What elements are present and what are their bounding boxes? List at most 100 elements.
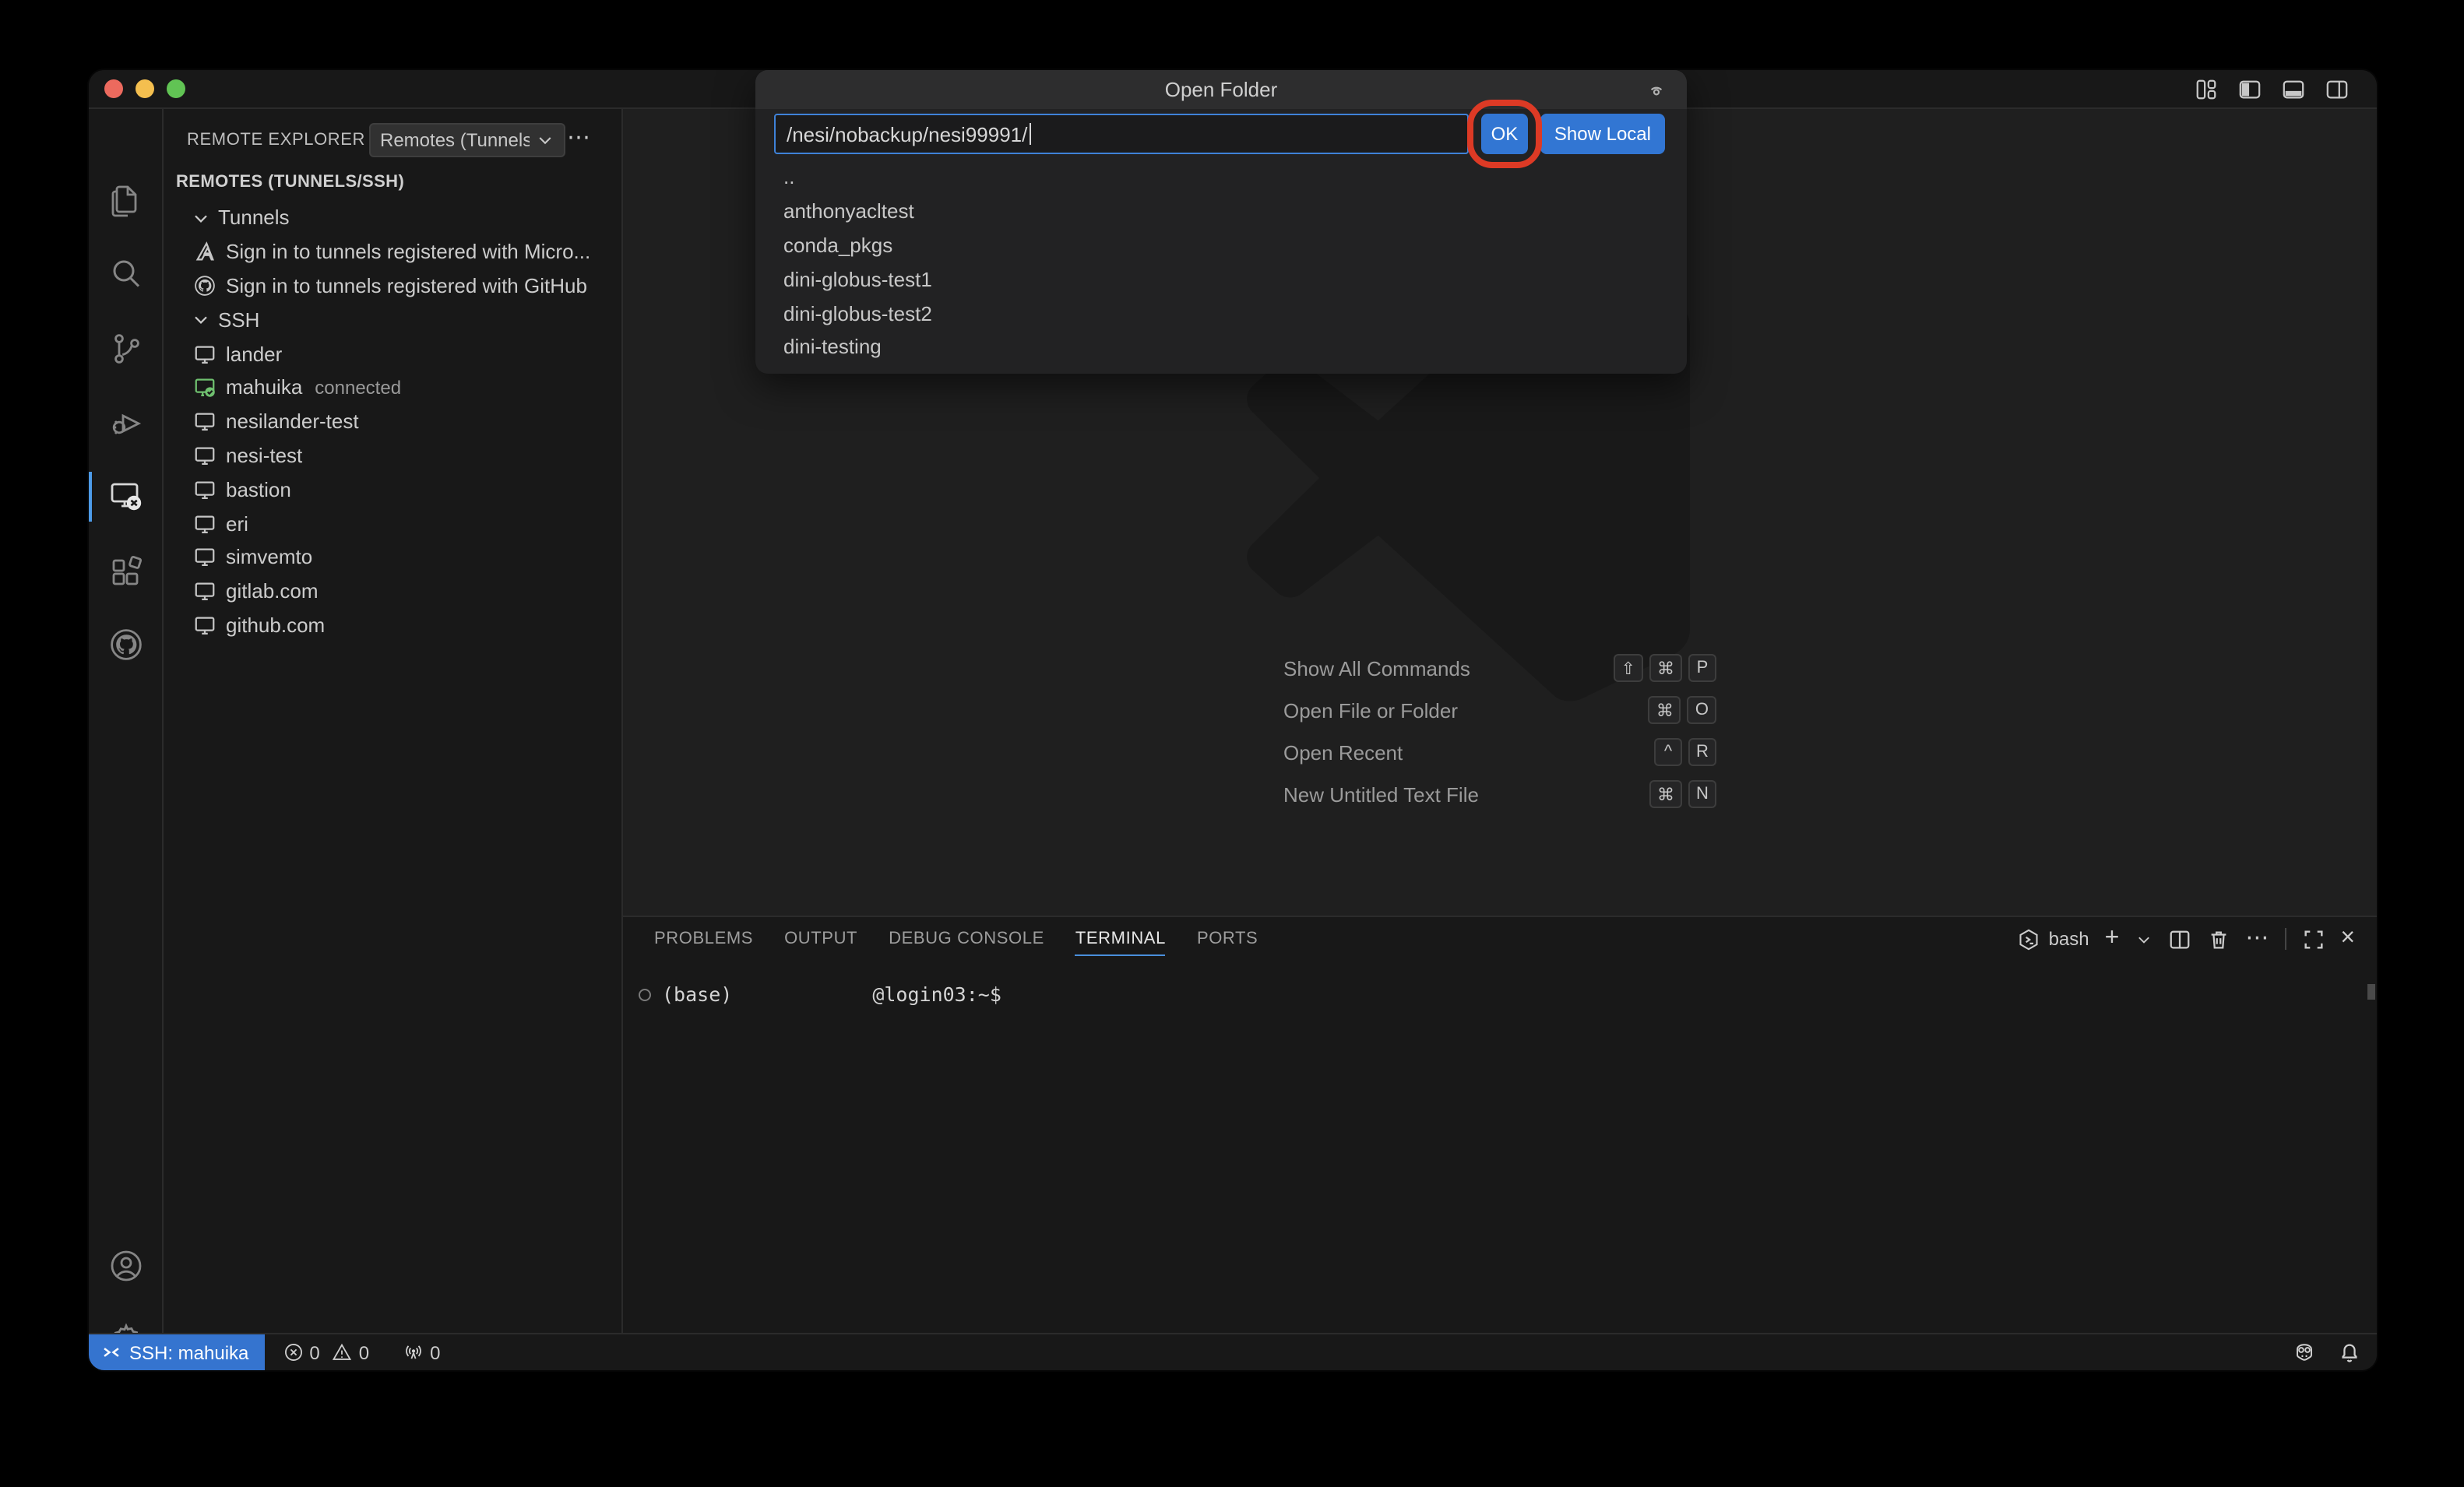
close-window-button[interactable]: [104, 79, 123, 98]
github-view-button[interactable]: [89, 613, 164, 676]
tree-item-signin-github[interactable]: Sign in to tunnels registered with GitHu…: [164, 269, 621, 303]
tree-item-bastion[interactable]: bastion: [164, 473, 621, 507]
tree-item-lander[interactable]: lander: [164, 336, 621, 371]
search-view-button[interactable]: [89, 243, 164, 305]
minimize-window-button[interactable]: [136, 79, 154, 98]
tree-item-nesilander-test[interactable]: nesilander-test: [164, 405, 621, 439]
folder-suggestion[interactable]: dini-globus-test1: [755, 262, 1687, 297]
terminal-launch-chevron-icon[interactable]: [2135, 930, 2152, 947]
terminal-shell-label: bash: [2049, 928, 2089, 950]
remote-explorer-icon: [107, 478, 145, 515]
show-local-button[interactable]: Show Local: [1540, 114, 1665, 154]
show-local-button-label: Show Local: [1554, 123, 1651, 145]
chevron-down-icon: [536, 131, 554, 149]
zoom-window-button[interactable]: [167, 79, 185, 98]
sidebar-more-actions-button[interactable]: ⋯: [567, 121, 590, 156]
folder-suggestion[interactable]: conda_pkgs: [755, 228, 1687, 262]
toggle-secondary-sidebar-icon[interactable]: [2325, 78, 2349, 101]
tree-item-label: mahuika: [226, 376, 302, 399]
close-panel-button[interactable]: ×: [2340, 928, 2355, 950]
folder-suggestion[interactable]: ..: [755, 160, 1687, 195]
tree-item-label: Sign in to tunnels registered with Micro…: [226, 240, 590, 263]
panel-more-actions-button[interactable]: ⋯: [2245, 922, 2269, 956]
screen: REMOTE EXPLORER Remotes (Tunnels ⋯ REMOT…: [0, 0, 2464, 1487]
toggle-primary-sidebar-icon[interactable]: [2238, 78, 2262, 101]
ports-count: 0: [430, 1341, 440, 1363]
keycap: ⌘: [1649, 780, 1682, 808]
explorer-view-button[interactable]: [89, 168, 164, 230]
keycap: ⌘: [1649, 696, 1681, 724]
dialog-title-bar[interactable]: Open Folder: [755, 70, 1687, 109]
tree-item-gitlab[interactable]: gitlab.com: [164, 575, 621, 609]
extensions-view-button[interactable]: [89, 540, 164, 603]
ports-status[interactable]: 0: [403, 1341, 440, 1363]
maximize-panel-icon[interactable]: [2301, 927, 2325, 951]
github-icon: [193, 274, 216, 297]
folder-suggestion-list: .. anthonyacltest conda_pkgs dini-globus…: [755, 154, 1687, 374]
extensions-icon: [107, 553, 145, 590]
tree-item-simvemto[interactable]: simvemto: [164, 540, 621, 575]
panel-tab-bar: PROBLEMS OUTPUT DEBUG CONSOLE TERMINAL P…: [623, 917, 2377, 961]
notifications-bell-icon[interactable]: [2338, 1341, 2361, 1364]
customize-layout-icon[interactable]: [2195, 78, 2218, 101]
vm-icon: [193, 613, 216, 637]
window-controls: [104, 79, 185, 98]
tab-problems[interactable]: PROBLEMS: [654, 917, 753, 961]
tree-item-github[interactable]: github.com: [164, 608, 621, 642]
editor-watermark-shortcuts: Show All Commands ⇧ ⌘ P Open File or Fol…: [623, 654, 2377, 808]
chevron-down-icon: [190, 207, 212, 229]
ok-button[interactable]: OK: [1481, 114, 1528, 154]
tree-item-mahuika[interactable]: mahuika connected: [164, 371, 621, 405]
azure-icon: [193, 240, 216, 263]
terminal-toolbar: bash + ⋯ ×: [2018, 917, 2355, 961]
error-icon: [283, 1342, 303, 1362]
tree-item-tunnels[interactable]: Tunnels: [164, 201, 621, 235]
terminal-prompt-line[interactable]: (base) @login03:~$: [639, 983, 1001, 1006]
tree-item-ssh[interactable]: SSH: [164, 303, 621, 337]
tree-item-label: Tunnels: [218, 206, 290, 230]
remote-indicator[interactable]: SSH: mahuika: [89, 1334, 264, 1370]
accounts-button[interactable]: [89, 1235, 164, 1297]
remote-indicator-icon: [101, 1342, 121, 1362]
vm-icon: [193, 410, 216, 433]
folder-path-input[interactable]: /nesi/nobackup/nesi99991/: [774, 114, 1469, 154]
warnings-count: 0: [359, 1341, 369, 1363]
tree-item-nesi-test[interactable]: nesi-test: [164, 438, 621, 473]
shortcut-label: New Untitled Text File: [1283, 782, 1649, 806]
tree-item-label: Sign in to tunnels registered with GitHu…: [226, 274, 587, 297]
shortcut-label: Open File or Folder: [1283, 698, 1649, 722]
split-terminal-icon[interactable]: [2167, 927, 2191, 951]
remote-type-dropdown[interactable]: Remotes (Tunnels: [369, 123, 565, 157]
tree-item-signin-microsoft[interactable]: Sign in to tunnels registered with Micro…: [164, 235, 621, 269]
folder-path-value: /nesi/nobackup/nesi99991/: [787, 122, 1027, 146]
vm-icon: [193, 511, 216, 535]
sidebar-title: REMOTE EXPLORER: [187, 131, 365, 149]
warnings-status[interactable]: 0: [333, 1341, 369, 1363]
terminal-scrollbar-thumb[interactable]: [2367, 984, 2375, 1000]
ok-button-label: OK: [1491, 123, 1519, 145]
errors-status[interactable]: 0: [283, 1341, 319, 1363]
search-icon: [107, 255, 145, 293]
folder-suggestion[interactable]: anthonyacltest: [755, 195, 1687, 229]
tab-ports[interactable]: PORTS: [1197, 917, 1258, 961]
chevron-down-icon: [190, 309, 212, 331]
tree-item-eri[interactable]: eri: [164, 506, 621, 540]
new-terminal-button[interactable]: +: [2105, 928, 2120, 950]
run-debug-view-button[interactable]: [89, 392, 164, 455]
kill-terminal-trash-icon[interactable]: [2206, 927, 2230, 951]
remote-explorer-view-button[interactable]: [89, 466, 164, 528]
broadcast-icon: [403, 1342, 424, 1362]
toggle-panel-icon[interactable]: [2282, 78, 2305, 101]
tab-terminal[interactable]: TERMINAL: [1075, 917, 1166, 961]
folder-suggestion[interactable]: dini-globus-test2: [755, 296, 1687, 330]
sidebar-remote-explorer: REMOTE EXPLORER Remotes (Tunnels ⋯ REMOT…: [164, 109, 623, 1333]
tree-item-label: bastion: [226, 478, 291, 501]
warning-icon: [333, 1342, 353, 1362]
tree-item-label: eri: [226, 511, 248, 535]
tab-debug-console[interactable]: DEBUG CONSOLE: [889, 917, 1044, 961]
folder-suggestion[interactable]: dini-testing: [755, 330, 1687, 364]
copilot-icon[interactable]: [2293, 1341, 2316, 1364]
terminal-shell-selector[interactable]: bash: [2018, 927, 2089, 951]
tab-output[interactable]: OUTPUT: [784, 917, 857, 961]
source-control-view-button[interactable]: [89, 318, 164, 380]
